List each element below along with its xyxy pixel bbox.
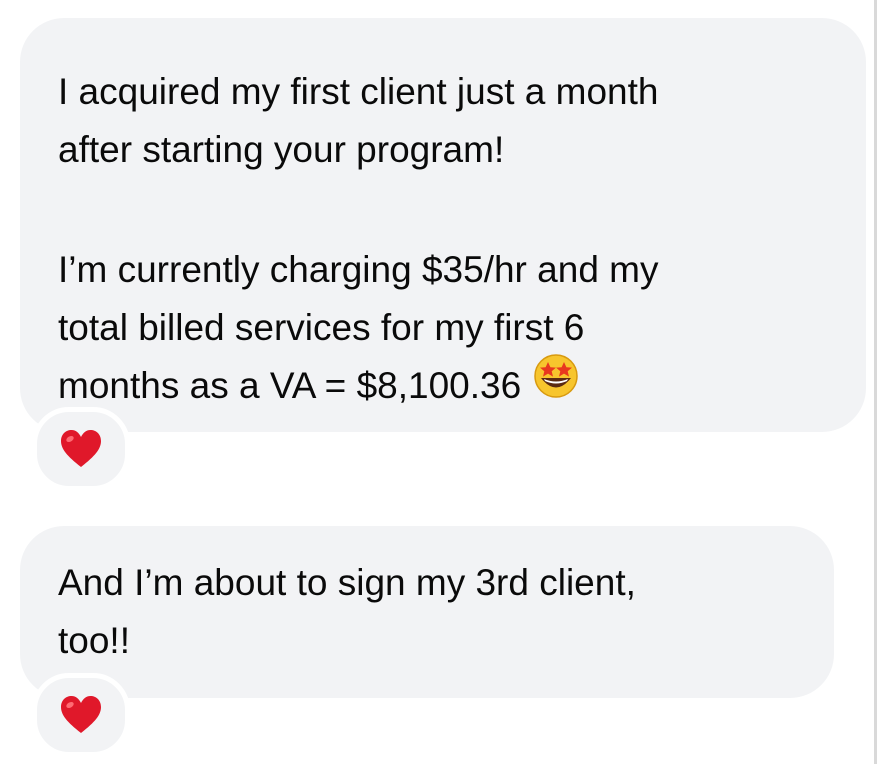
message-text-line: too!! [58,620,130,661]
reaction-badge[interactable] [32,673,130,757]
red-heart-icon [61,696,101,733]
message-text-line: after starting your program! [58,129,505,170]
reaction-badge[interactable] [32,407,130,491]
message-text-line: I acquired my first client just a month [58,71,659,112]
message-text-fragment: months as a VA = $8,100.36 [58,365,522,406]
message-bubble[interactable]: I acquired my first client just a month … [20,18,866,432]
message-text-line: I’m currently charging $35/hr and my [58,249,659,290]
message-text-line: months as a VA = $8,100.36 [58,353,836,416]
message-bubble[interactable]: And I’m about to sign my 3rd client, too… [20,526,834,698]
message-text-line: total billed services for my first 6 [58,307,585,348]
message-thread: I acquired my first client just a month … [0,0,877,764]
red-heart-icon [61,430,101,467]
star-struck-emoji-icon [533,353,579,416]
message-text-line: And I’m about to sign my 3rd client, [58,562,636,603]
